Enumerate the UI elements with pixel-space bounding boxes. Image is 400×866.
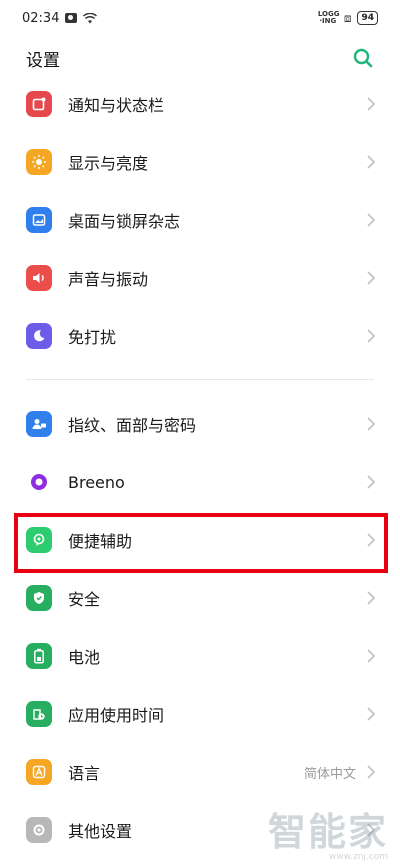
status-time: 02:34 <box>22 10 60 26</box>
moon-icon <box>26 323 52 349</box>
chevron-right-icon <box>367 765 376 779</box>
item-label: Breeno <box>68 472 125 492</box>
header: 设置 <box>0 40 400 76</box>
settings-item-fingerprint-face-password[interactable]: 指纹、面部与密码 <box>0 395 400 453</box>
settings-item-app-usage-time[interactable]: 应用使用时间 <box>0 685 400 743</box>
chevron-right-icon <box>367 707 376 721</box>
chevron-right-icon <box>367 329 376 343</box>
language-icon <box>26 759 52 785</box>
chevron-right-icon <box>367 475 376 489</box>
item-label: 电池 <box>68 648 101 667</box>
item-label: 显示与亮度 <box>68 154 149 173</box>
settings-item-wallpaper[interactable]: 桌面与锁屏杂志 <box>0 191 400 249</box>
settings-item-sound[interactable]: 声音与振动 <box>0 249 400 307</box>
settings-item-display[interactable]: 显示与亮度 <box>0 133 400 191</box>
wallpaper-icon <box>26 207 52 233</box>
chevron-right-icon <box>367 271 376 285</box>
carrier-tag: LOGG ·ING <box>317 10 340 25</box>
settings-item-breeno[interactable]: Breeno <box>0 453 400 511</box>
item-label: 通知与状态栏 <box>68 96 165 115</box>
photo-notification-icon <box>65 13 78 23</box>
speaker-icon <box>26 265 52 291</box>
user-security-icon <box>26 411 52 437</box>
chevron-right-icon <box>367 649 376 663</box>
item-label: 安全 <box>68 590 101 609</box>
vibrate-icon: ⧈ <box>343 10 352 25</box>
item-label: 指纹、面部与密码 <box>68 416 197 435</box>
watermark: 智能家 www.znj.com <box>268 812 388 862</box>
page-title: 设置 <box>26 50 60 71</box>
wifi-icon <box>83 12 98 23</box>
chevron-right-icon <box>367 417 376 431</box>
group-divider <box>26 379 374 380</box>
settings-item-security[interactable]: 安全 <box>0 569 400 627</box>
item-label: 免打扰 <box>68 328 117 347</box>
status-right: LOGG ·ING ⧈ 94 <box>318 11 378 26</box>
app-time-icon <box>26 701 52 727</box>
search-icon <box>353 48 373 68</box>
chevron-right-icon <box>367 591 376 605</box>
search-button[interactable] <box>352 47 374 69</box>
watermark-text: 智能家 <box>267 810 388 854</box>
chevron-right-icon <box>367 155 376 169</box>
breeno-icon <box>26 469 52 495</box>
other-settings-icon <box>26 817 52 843</box>
highlight-annotation-box <box>14 513 388 573</box>
item-label: 应用使用时间 <box>68 706 165 725</box>
item-label: 声音与振动 <box>68 270 149 289</box>
notification-icon <box>26 91 52 117</box>
shield-icon <box>26 585 52 611</box>
settings-item-notifications[interactable]: 通知与状态栏 <box>0 75 400 133</box>
settings-item-do-not-disturb[interactable]: 免打扰 <box>0 307 400 365</box>
item-label: 桌面与锁屏杂志 <box>68 212 181 231</box>
chevron-right-icon <box>367 213 376 227</box>
status-bar: 02:34 LOGG ·ING ⧈ 94 <box>0 0 400 36</box>
battery-icon <box>26 643 52 669</box>
chevron-right-icon <box>367 97 376 111</box>
item-label: 语言 <box>68 764 101 783</box>
status-left: 02:34 <box>22 10 98 26</box>
sun-icon <box>26 149 52 175</box>
settings-item-language[interactable]: 语言 简体中文 <box>0 743 400 801</box>
language-value: 简体中文 <box>303 766 356 782</box>
settings-item-battery[interactable]: 电池 <box>0 627 400 685</box>
battery-indicator: 94 <box>357 11 378 25</box>
